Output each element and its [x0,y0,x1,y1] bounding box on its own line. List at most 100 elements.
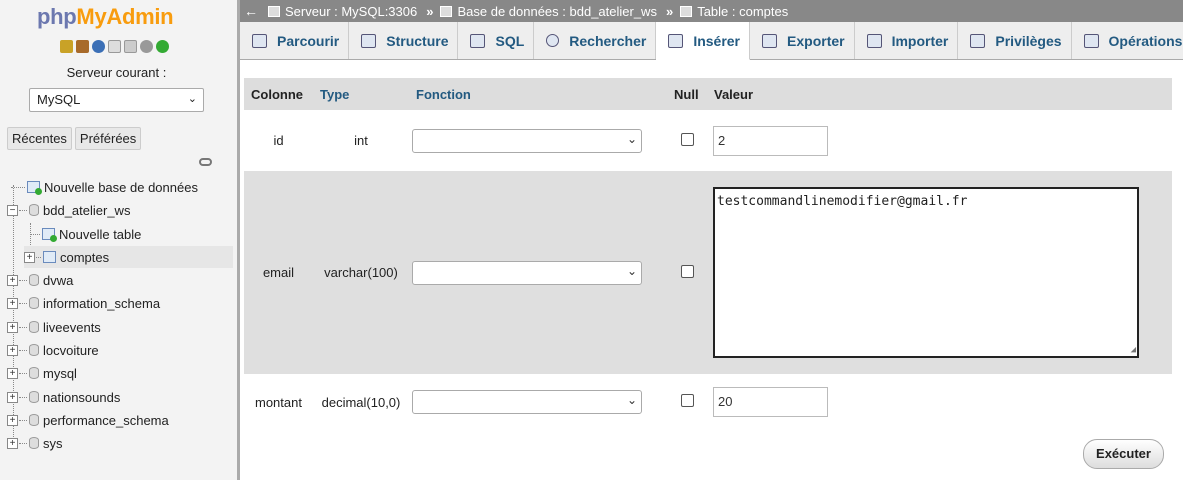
function-select[interactable]: ⌄ [412,390,642,414]
insert-form: Colonne Type Fonction Null Valeur id int… [240,60,1183,480]
database-icon [440,5,453,17]
server-select[interactable]: MySQL ⌄ [29,88,204,112]
database-icon [29,437,39,449]
collapse-icon[interactable]: − [7,204,18,216]
tree-db-mysql[interactable]: + mysql [7,362,77,384]
header-value: Valeur [707,78,1172,110]
tree-db-nationsounds[interactable]: + nationsounds [7,386,120,408]
column-name: id [244,110,313,171]
column-type: int [313,110,409,171]
main-tabs: Parcourir Structure SQL Rechercher Insér… [240,22,1183,60]
privileges-icon [970,33,986,48]
database-icon [29,274,39,286]
value-input[interactable]: 2 [713,125,828,156]
expand-icon[interactable]: + [7,344,18,356]
tree-db-performance-schema[interactable]: + performance_schema [7,409,169,431]
database-icon [29,367,39,379]
docs-icon[interactable] [108,40,121,53]
expand-icon[interactable]: + [7,297,18,309]
sql-icon [470,33,486,48]
new-database-icon [27,181,42,195]
server-icon [268,5,280,17]
database-icon [29,204,39,216]
database-icon [29,321,39,333]
tab-operations[interactable]: Opérations [1072,22,1183,59]
gear-icon[interactable] [140,40,153,53]
expand-icon[interactable]: + [7,414,18,426]
tree-new-table[interactable]: Nouvelle table [30,223,141,245]
value-input[interactable]: 20 [713,387,828,417]
database-icon [29,344,39,356]
reload-icon[interactable] [156,40,169,53]
tree-table-comptes[interactable]: + comptes [24,246,233,268]
breadcrumb-database[interactable]: Base de données : bdd_atelier_ws [440,4,657,19]
header-null: Null [667,78,707,110]
null-checkbox[interactable] [680,264,694,278]
navigation-panel: phpMyAdmin Serveur courant : MySQL ⌄ Réc… [0,0,237,480]
tab-sql[interactable]: SQL [458,22,535,59]
tree-db-liveevents[interactable]: + liveevents [7,316,101,338]
expand-icon[interactable]: + [7,321,18,333]
table-row: id int ⌄ 2 [244,110,1172,171]
column-name: email [244,171,313,374]
browse-icon [252,33,267,48]
database-icon [29,391,39,403]
table-row: email varchar(100) ⌄ testcommandlinemodi… [244,171,1172,374]
resize-grip-icon[interactable]: ◢ [1131,345,1136,355]
phpmyadmin-logo[interactable]: phpMyAdmin [37,4,174,30]
function-select[interactable]: ⌄ [412,128,642,153]
tab-privileges[interactable]: Privilèges [958,22,1072,59]
server-label: Serveur courant : [66,65,167,80]
tab-insert[interactable]: Insérer [656,22,751,60]
database-icon [29,414,39,426]
tree-new-database[interactable]: Nouvelle base de données [11,176,198,198]
import-icon [866,33,882,48]
column-type: varchar(100) [313,171,409,374]
header-type[interactable]: Type [313,78,409,110]
breadcrumb-table[interactable]: Table : comptes [680,4,788,19]
link-icon[interactable] [199,158,212,166]
tab-structure[interactable]: Structure [349,22,459,59]
export-icon [762,33,778,48]
breadcrumb-separator: » [426,3,434,19]
copy-icon[interactable] [124,40,137,53]
chevron-down-icon: ⌄ [626,263,637,278]
expand-icon[interactable]: + [7,274,18,286]
breadcrumb: ← Serveur : MySQL:3306 » Base de données… [240,0,1183,22]
table-row: montant decimal(10,0) ⌄ 20 [244,374,1172,430]
tree-db-sys[interactable]: + sys [7,432,63,454]
tree-db-locvoiture[interactable]: + locvoiture [7,339,99,361]
header-column: Colonne [244,78,313,110]
function-select[interactable]: ⌄ [412,260,642,285]
expand-icon[interactable]: + [7,437,18,449]
tree-db-information-schema[interactable]: + information_schema [7,292,160,314]
tab-import[interactable]: Importer [855,22,959,59]
null-checkbox[interactable] [680,394,694,407]
expand-icon[interactable]: + [24,251,35,263]
tab-browse[interactable]: Parcourir [240,22,350,59]
table-icon [43,251,56,263]
breadcrumb-separator: » [665,3,674,19]
search-icon [546,34,560,47]
database-icon [29,297,39,309]
new-table-icon [42,228,57,242]
expand-icon[interactable]: + [7,391,18,403]
value-textarea[interactable]: testcommandlinemodifier@gmail.fr ◢ [713,187,1139,358]
help-icon[interactable] [92,40,105,53]
structure-icon [361,33,377,48]
null-checkbox[interactable] [680,132,694,146]
tab-export[interactable]: Exporter [750,22,855,59]
breadcrumb-server[interactable]: Serveur : MySQL:3306 [268,4,417,19]
recent-tab[interactable]: Récentes [7,127,72,150]
tree-db-dvwa[interactable]: + dvwa [7,269,73,291]
tab-search[interactable]: Rechercher [534,22,657,59]
favorites-tab[interactable]: Préférées [74,127,142,150]
home-icon[interactable] [60,40,73,53]
tree-db-bdd-atelier-ws[interactable]: − bdd_atelier_ws [7,199,130,221]
back-arrow-icon[interactable]: ← [240,3,262,19]
execute-button[interactable]: Exécuter [1083,439,1164,469]
header-function[interactable]: Fonction [409,78,667,110]
insert-table: Colonne Type Fonction Null Valeur id int… [244,78,1172,430]
expand-icon[interactable]: + [7,367,18,379]
logout-icon[interactable] [76,40,89,53]
